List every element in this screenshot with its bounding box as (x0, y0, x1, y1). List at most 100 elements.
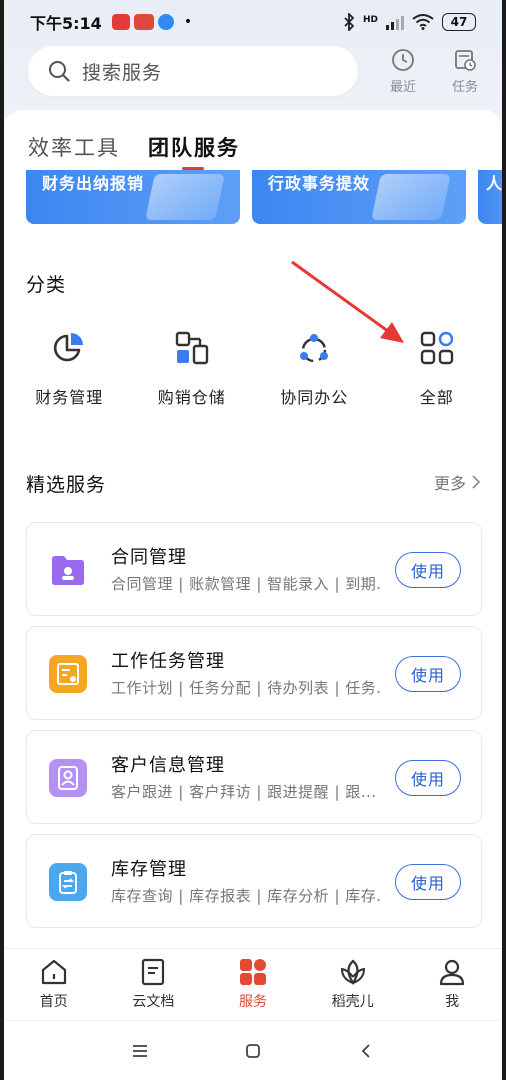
bottom-navigation: 首页 云文档 服务 稻壳儿 我 (4, 948, 502, 1020)
banner-label: 财务出纳报销 (42, 174, 145, 193)
service-name: 客户信息管理 (111, 755, 225, 776)
nav-docer[interactable]: 稻壳儿 (303, 949, 403, 1020)
service-card-task[interactable]: 工作任务管理 工作计划 | 任务分配 | 待办列表 | 任务... 使用 (26, 626, 482, 720)
use-button[interactable]: 使用 (395, 760, 461, 796)
banner-admin[interactable]: 行政事务提效 (252, 170, 466, 224)
banner-carousel: 财务出纳报销 行政事务提效 人 (26, 170, 502, 224)
home-button[interactable] (238, 1036, 268, 1066)
battery-level: 47 (450, 15, 468, 29)
search-input[interactable]: 搜索服务 (28, 46, 358, 96)
services-grid-icon (239, 959, 266, 985)
more-label: 更多 (433, 474, 466, 493)
status-time: 下午5:14 (30, 14, 102, 33)
tasks-label: 任务 (451, 79, 478, 95)
service-name: 工作任务管理 (111, 651, 225, 672)
categories-title: 分类 (26, 274, 67, 296)
service-description: 库存查询 | 库存报表 | 库存分析 | 库存... (111, 887, 381, 905)
more-notifications-dot: • (183, 14, 193, 30)
tasks-button[interactable]: 任务 (440, 46, 490, 96)
chevron-right-icon (472, 475, 480, 489)
customer-card-icon (49, 759, 87, 797)
banner-label: 人 (486, 174, 502, 193)
nav-me[interactable]: 我 (402, 949, 502, 1020)
category-finance[interactable]: 财务管理 (8, 328, 131, 408)
service-list: 合同管理 合同管理 | 账款管理 | 智能录入 | 到期... 使用 工作任务管… (26, 522, 482, 938)
tab-label: 效率工具 (28, 136, 120, 160)
featured-title: 精选服务 (26, 474, 107, 496)
device-frame-edge (0, 0, 4, 1080)
notification-app-icon (157, 14, 174, 30)
main-content-card: 效率工具 团队服务 财务出纳报销 行政事务提效 人 分类 财务管理 购销仓储 协… (4, 110, 502, 948)
signal-icon (386, 14, 404, 30)
service-description: 工作计划 | 任务分配 | 待办列表 | 任务... (111, 679, 381, 697)
category-collaboration[interactable]: 协同办公 (253, 328, 376, 408)
task-calendar-icon (455, 49, 476, 71)
service-description: 合同管理 | 账款管理 | 智能录入 | 到期... (111, 575, 381, 593)
bluetooth-icon (344, 13, 355, 31)
category-label: 购销仓储 (157, 388, 226, 407)
leaf-icon (340, 959, 365, 986)
contract-folder-icon (49, 551, 87, 589)
inventory-clipboard-icon (49, 863, 87, 901)
clock-icon (392, 48, 414, 71)
category-grid: 财务管理 购销仓储 协同办公 全部 (8, 328, 498, 408)
search-placeholder: 搜索服务 (82, 61, 163, 84)
battery-icon: 47 (442, 13, 476, 31)
category-label: 全部 (419, 388, 454, 407)
nav-label: 首页 (39, 994, 68, 1010)
document-icon (142, 958, 165, 986)
use-button[interactable]: 使用 (395, 656, 461, 692)
use-button[interactable]: 使用 (395, 864, 461, 900)
nav-label: 服务 (238, 994, 267, 1010)
service-card-inventory[interactable]: 库存管理 库存查询 | 库存报表 | 库存分析 | 库存... 使用 (26, 834, 482, 928)
nav-home[interactable]: 首页 (4, 949, 104, 1020)
person-icon (440, 959, 465, 986)
chevron-left-icon (361, 1043, 370, 1058)
tab-bar: 效率工具 团队服务 (28, 132, 240, 170)
tab-team-services[interactable]: 团队服务 (148, 132, 240, 170)
notification-app-icon (133, 14, 154, 30)
banner-illustration (145, 174, 225, 220)
use-button[interactable]: 使用 (395, 552, 461, 588)
category-label: 协同办公 (280, 388, 349, 407)
nav-label: 稻壳儿 (331, 994, 374, 1010)
device-frame-edge (502, 0, 506, 1080)
wifi-icon (412, 14, 434, 30)
status-bar: 下午5:14 • HD 47 (4, 0, 502, 44)
system-navigation-bar (4, 1020, 502, 1080)
tab-label: 团队服务 (148, 136, 240, 160)
category-all[interactable]: 全部 (376, 328, 499, 408)
nav-label: 我 (445, 994, 460, 1010)
service-name: 库存管理 (111, 859, 187, 880)
nav-label: 云文档 (132, 994, 175, 1010)
service-name: 合同管理 (111, 547, 187, 568)
menu-icon (133, 1044, 148, 1057)
category-label: 财务管理 (35, 388, 104, 407)
more-link[interactable]: 更多 (434, 470, 480, 494)
recent-button[interactable]: 最近 (378, 46, 428, 96)
task-board-icon (49, 655, 87, 693)
search-icon (49, 61, 70, 82)
boxes-icon (172, 328, 212, 368)
menu-button[interactable] (125, 1036, 155, 1066)
square-home-icon (246, 1043, 260, 1058)
tab-efficiency-tools[interactable]: 效率工具 (28, 132, 120, 162)
service-description: 客户跟进 | 客户拜访 | 跟进提醒 | 跟... (111, 783, 377, 801)
nav-cloud-docs[interactable]: 云文档 (104, 949, 204, 1020)
banner-illustration (371, 174, 451, 220)
service-card-customer[interactable]: 客户信息管理 客户跟进 | 客户拜访 | 跟进提醒 | 跟... 使用 (26, 730, 482, 824)
pie-chart-icon (49, 328, 89, 368)
nav-services[interactable]: 服务 (203, 949, 303, 1020)
category-purchase-inventory[interactable]: 购销仓储 (131, 328, 254, 408)
banner-partial[interactable]: 人 (478, 170, 502, 224)
grid-icon (417, 328, 457, 368)
home-icon (41, 959, 66, 985)
banner-finance[interactable]: 财务出纳报销 (26, 170, 240, 224)
recent-label: 最近 (389, 79, 416, 95)
collaboration-icon (294, 328, 334, 368)
banner-label: 行政事务提效 (268, 174, 371, 193)
notification-app-icon (111, 14, 130, 30)
back-button[interactable] (351, 1036, 381, 1066)
service-card-contract[interactable]: 合同管理 合同管理 | 账款管理 | 智能录入 | 到期... 使用 (26, 522, 482, 616)
hd-label: HD (362, 15, 378, 25)
